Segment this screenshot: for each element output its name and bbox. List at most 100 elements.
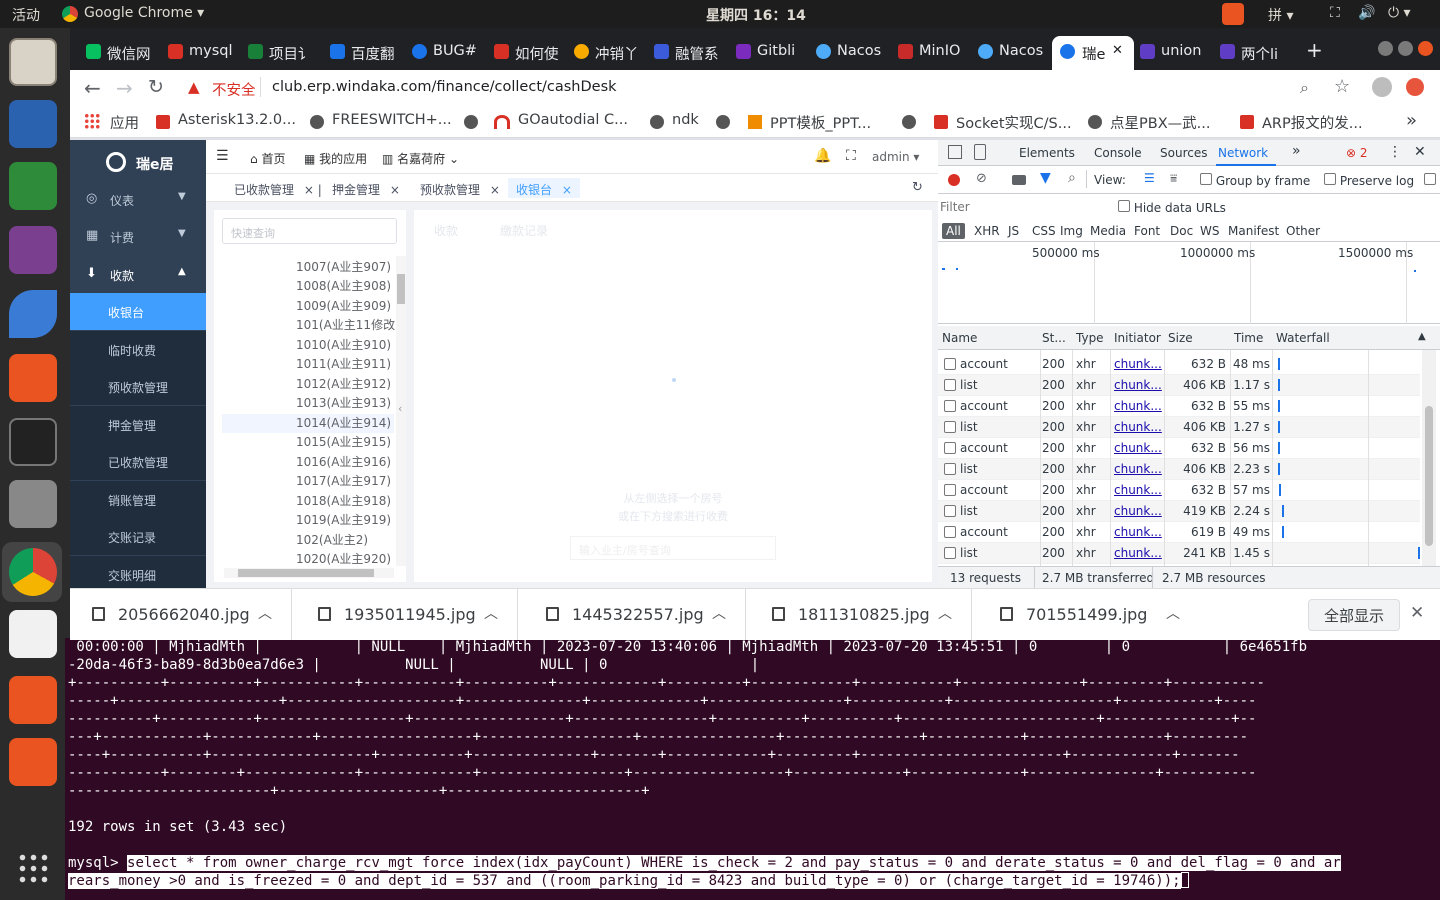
browser-tab[interactable]: MinIO xyxy=(898,36,976,70)
type-all[interactable]: All xyxy=(942,223,965,239)
room-node[interactable]: 1015(A业主915) xyxy=(296,433,391,450)
insecure-label[interactable]: 不安全 xyxy=(212,79,256,100)
room-node[interactable]: 1013(A业主913) xyxy=(296,394,391,411)
zoom-icon[interactable]: ⌕ xyxy=(1300,78,1309,98)
room-node[interactable]: 1011(A业主911) xyxy=(296,355,391,372)
tab-collect[interactable]: 收款 xyxy=(434,222,458,239)
sub-nav-cash-desk[interactable]: 收银台 xyxy=(70,293,206,330)
sub-nav-item[interactable]: 预收款管理 xyxy=(70,368,206,405)
clear-icon[interactable]: ⊘ xyxy=(976,171,987,186)
download-item[interactable]: 2056662040.jpg ︿ xyxy=(70,589,292,640)
network-row[interactable]: account 200 xhr chunk... 632 B 48 ms xyxy=(938,354,1420,375)
type-js[interactable]: JS xyxy=(1008,224,1019,238)
type-css[interactable]: CSS xyxy=(1032,224,1056,238)
browser-tab[interactable]: Nacos xyxy=(816,36,894,70)
reload-icon[interactable]: ↻ xyxy=(148,76,164,98)
more-tabs-icon[interactable]: » xyxy=(1292,143,1301,159)
browser-tab[interactable]: 百度翻 xyxy=(330,36,408,70)
scrollbar-thumb[interactable] xyxy=(1425,406,1433,546)
type-doc[interactable]: Doc xyxy=(1170,224,1193,238)
estate-selector[interactable]: ▥ 名嘉荷府 ⌄ xyxy=(382,150,459,167)
close-window-icon[interactable] xyxy=(1418,41,1433,56)
room-node[interactable]: 1007(A业主907) xyxy=(296,258,391,275)
bell-icon[interactable]: 🔔 xyxy=(814,148,831,164)
download-item[interactable]: 701551499.jpg ︿ xyxy=(978,589,1200,640)
tab-payment-records[interactable]: 缴款记录 xyxy=(500,222,548,239)
close-icon[interactable]: × xyxy=(490,183,500,197)
room-node-selected[interactable]: 1014(A业主914) xyxy=(296,414,391,431)
show-applications-icon[interactable] xyxy=(17,852,49,884)
input-method[interactable]: 拼 ▾ xyxy=(1268,5,1293,25)
my-apps-link[interactable]: ▦ 我的应用 xyxy=(304,150,367,167)
calc-icon[interactable] xyxy=(9,162,57,210)
app-indicator-icon[interactable] xyxy=(1222,3,1244,25)
request-initiator[interactable]: chunk... xyxy=(1114,399,1162,413)
browser-tab[interactable]: mysql xyxy=(168,36,246,70)
power-icon[interactable]: ⏻ ▾ xyxy=(1388,5,1411,21)
chevron-up-icon[interactable]: ︿ xyxy=(258,603,272,623)
scrollbar-thumb[interactable] xyxy=(238,569,374,577)
room-node[interactable]: 1008(A业主908) xyxy=(296,277,391,294)
scrollbar-thumb[interactable] xyxy=(397,274,405,304)
selected-command-continued[interactable]: rears_money >0 and is_freezed = 0 and de… xyxy=(68,873,1181,889)
type-font[interactable]: Font xyxy=(1134,224,1160,238)
collapse-panel-icon[interactable]: ‹ xyxy=(398,402,402,415)
page-tab[interactable]: 押金管理 × xyxy=(332,181,400,198)
room-node[interactable]: 1009(A业主909) xyxy=(296,297,391,314)
browser-tab[interactable]: 融管系 xyxy=(654,36,732,70)
room-node[interactable]: 1012(A业主912) xyxy=(296,375,391,392)
new-tab-icon[interactable]: + xyxy=(1306,38,1323,62)
request-initiator[interactable]: chunk... xyxy=(1114,483,1162,497)
network-row[interactable]: list 200 xhr chunk... 406 KB 2.23 s xyxy=(938,459,1420,480)
close-icon[interactable]: × xyxy=(390,183,400,197)
room-node[interactable]: 1019(A业主919) xyxy=(296,511,391,528)
room-node[interactable]: 101(A业主11修改 xyxy=(296,316,395,333)
error-count[interactable]: ⊗ 2 xyxy=(1346,146,1368,160)
page-tab[interactable]: 已收款管理 × | xyxy=(234,181,322,198)
request-initiator[interactable]: chunk... xyxy=(1114,546,1162,560)
request-initiator[interactable]: chunk... xyxy=(1114,441,1162,455)
screenshot-icon[interactable] xyxy=(1012,175,1026,185)
sub-nav-item[interactable]: 交账明细 xyxy=(70,556,206,588)
nav-item-collection[interactable]: ⬇ 收款 ▲ xyxy=(70,256,206,293)
network-row[interactable]: list 200 xhr chunk... 419 KB 2.24 s xyxy=(938,501,1420,522)
maximize-icon[interactable] xyxy=(1398,41,1413,56)
request-initiator[interactable]: chunk... xyxy=(1114,504,1162,518)
nav-item-dashboard[interactable]: ◎ 仪表 ▼ xyxy=(70,181,206,218)
devtools-tab-sources[interactable]: Sources xyxy=(1160,146,1207,160)
user-menu[interactable]: admin ▾ xyxy=(872,150,919,164)
minimize-icon[interactable] xyxy=(1378,41,1393,56)
update-icon[interactable] xyxy=(1406,78,1424,96)
browser-tab[interactable]: 微信网 xyxy=(86,36,164,70)
column-header-size[interactable]: Size xyxy=(1168,331,1193,345)
filter-icon[interactable]: ▼ xyxy=(1040,170,1051,186)
text-editor-icon[interactable] xyxy=(9,610,57,658)
browser-tab[interactable]: 如何使 xyxy=(494,36,572,70)
browser-tab-active[interactable]: 瑞e ✕ xyxy=(1052,36,1134,70)
browser-tab[interactable]: Gitbli xyxy=(736,36,814,70)
close-tab-icon[interactable]: ✕ xyxy=(1112,43,1123,58)
network-row[interactable]: account 200 xhr chunk... 632 B 56 ms xyxy=(938,438,1420,459)
devtools-tab-console[interactable]: Console xyxy=(1094,146,1142,160)
group-by-frame-checkbox[interactable]: Group by frame xyxy=(1200,173,1310,188)
list-view-icon[interactable]: ☰ xyxy=(1144,171,1155,185)
menu-toggle-icon[interactable]: ☰ xyxy=(216,148,229,164)
network-icon[interactable]: ⛶ xyxy=(1330,5,1340,21)
devtools-tab-network[interactable]: Network xyxy=(1218,146,1268,160)
sub-nav-item[interactable]: 临时收费 xyxy=(70,331,206,368)
clock[interactable]: 星期四 16：14 xyxy=(706,5,806,25)
column-header-type[interactable]: Type xyxy=(1076,331,1104,345)
request-initiator[interactable]: chunk... xyxy=(1114,420,1162,434)
room-node[interactable]: 1016(A业主916) xyxy=(296,453,391,470)
download-item[interactable]: 1935011945.jpg ︿ xyxy=(296,589,518,640)
column-header-time[interactable]: Time xyxy=(1234,331,1263,345)
app-indicator-dock-icon-2[interactable] xyxy=(9,738,57,786)
profile-avatar[interactable] xyxy=(1372,77,1392,97)
chevron-up-icon[interactable]: ︿ xyxy=(938,603,952,623)
settings-icon[interactable] xyxy=(9,480,57,528)
request-initiator[interactable]: chunk... xyxy=(1114,462,1162,476)
download-item[interactable]: 1445322557.jpg ︿ xyxy=(524,589,746,640)
home-link[interactable]: ⌂ 首页 xyxy=(250,150,285,167)
preserve-log-checkbox[interactable]: Preserve log xyxy=(1324,173,1414,188)
owner-search-input[interactable]: 输入业主/房号查询 xyxy=(570,536,776,560)
